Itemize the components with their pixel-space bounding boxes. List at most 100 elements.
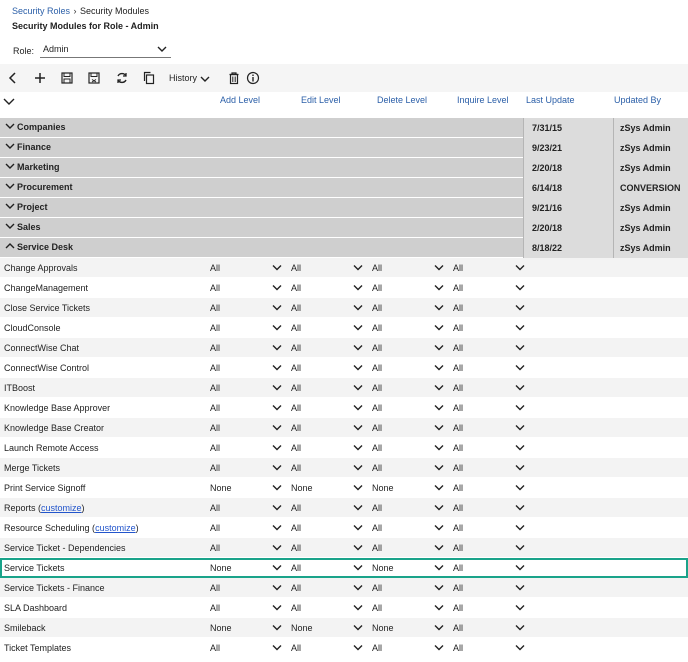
breadcrumb-security-roles[interactable]: Security Roles (12, 6, 70, 16)
column-edit-level[interactable]: Edit Level (301, 95, 341, 105)
column-delete-level[interactable]: Delete Level (377, 95, 427, 105)
edit-level-select[interactable]: All (291, 582, 363, 594)
back-button[interactable] (6, 71, 20, 85)
edit-level-select[interactable]: All (291, 362, 363, 374)
delete-level-select[interactable]: All (372, 502, 444, 514)
add-level-select[interactable]: All (210, 442, 282, 454)
group-row[interactable]: Sales 2/20/18 zSys Admin (0, 218, 688, 238)
delete-level-select[interactable]: All (372, 262, 444, 274)
inquire-level-select[interactable]: All (453, 442, 525, 454)
group-row[interactable]: Finance 9/23/21 zSys Admin (0, 138, 688, 158)
customize-link[interactable]: customize (95, 523, 136, 533)
delete-level-select[interactable]: None (372, 482, 444, 494)
add-level-select[interactable]: All (210, 282, 282, 294)
edit-level-select[interactable]: All (291, 502, 363, 514)
add-level-select[interactable]: All (210, 342, 282, 354)
add-level-select[interactable]: All (210, 302, 282, 314)
inquire-level-select[interactable]: All (453, 262, 525, 274)
edit-level-select[interactable]: All (291, 422, 363, 434)
delete-level-select[interactable]: All (372, 402, 444, 414)
inquire-level-select[interactable]: All (453, 642, 525, 654)
save-button[interactable] (60, 71, 74, 85)
edit-level-select[interactable]: All (291, 462, 363, 474)
edit-level-select[interactable]: All (291, 282, 363, 294)
edit-level-select[interactable]: All (291, 302, 363, 314)
delete-level-select[interactable]: All (372, 602, 444, 614)
refresh-button[interactable] (115, 71, 129, 85)
column-add-level[interactable]: Add Level (220, 95, 260, 105)
group-row[interactable]: Procurement 6/14/18 CONVERSION (0, 178, 688, 198)
inquire-level-select[interactable]: All (453, 342, 525, 354)
inquire-level-select[interactable]: All (453, 282, 525, 294)
inquire-level-select[interactable]: All (453, 402, 525, 414)
edit-level-select[interactable]: All (291, 642, 363, 654)
add-level-select[interactable]: None (210, 482, 282, 494)
column-inquire-level[interactable]: Inquire Level (457, 95, 509, 105)
info-button[interactable] (246, 71, 260, 85)
delete-level-select[interactable]: All (372, 382, 444, 394)
add-level-select[interactable]: All (210, 322, 282, 334)
save-and-close-button[interactable] (87, 71, 101, 85)
delete-level-select[interactable]: None (372, 562, 444, 574)
customize-link[interactable]: customize (41, 503, 82, 513)
chevron-down-icon[interactable] (3, 96, 15, 108)
edit-level-select[interactable]: All (291, 562, 363, 574)
inquire-level-select[interactable]: All (453, 362, 525, 374)
delete-level-select[interactable]: All (372, 462, 444, 474)
add-level-select[interactable]: All (210, 382, 282, 394)
edit-level-select[interactable]: All (291, 542, 363, 554)
delete-level-select[interactable]: All (372, 282, 444, 294)
copy-button[interactable] (142, 71, 156, 85)
edit-level-select[interactable]: None (291, 622, 363, 634)
add-level-select[interactable]: All (210, 402, 282, 414)
add-level-select[interactable]: All (210, 642, 282, 654)
edit-level-select[interactable]: All (291, 602, 363, 614)
add-level-select[interactable]: All (210, 462, 282, 474)
inquire-level-select[interactable]: All (453, 502, 525, 514)
edit-level-select[interactable]: All (291, 402, 363, 414)
column-updated-by[interactable]: Updated By (614, 95, 661, 105)
delete-level-select[interactable]: All (372, 342, 444, 354)
add-button[interactable] (33, 71, 47, 85)
add-level-select[interactable]: None (210, 562, 282, 574)
inquire-level-select[interactable]: All (453, 542, 525, 554)
edit-level-select[interactable]: All (291, 522, 363, 534)
inquire-level-select[interactable]: All (453, 522, 525, 534)
add-level-select[interactable]: All (210, 362, 282, 374)
edit-level-select[interactable]: All (291, 442, 363, 454)
add-level-select[interactable]: All (210, 262, 282, 274)
add-level-select[interactable]: All (210, 502, 282, 514)
edit-level-select[interactable]: All (291, 262, 363, 274)
edit-level-select[interactable]: None (291, 482, 363, 494)
inquire-level-select[interactable]: All (453, 422, 525, 434)
delete-level-select[interactable]: All (372, 642, 444, 654)
delete-level-select[interactable]: All (372, 322, 444, 334)
add-level-select[interactable]: All (210, 582, 282, 594)
inquire-level-select[interactable]: All (453, 482, 525, 494)
delete-level-select[interactable]: All (372, 302, 444, 314)
delete-level-select[interactable]: All (372, 542, 444, 554)
inquire-level-select[interactable]: All (453, 582, 525, 594)
delete-level-select[interactable]: All (372, 522, 444, 534)
add-level-select[interactable]: All (210, 542, 282, 554)
delete-level-select[interactable]: All (372, 442, 444, 454)
inquire-level-select[interactable]: All (453, 622, 525, 634)
group-row[interactable]: Companies 7/31/15 zSys Admin (0, 118, 688, 138)
delete-level-select[interactable]: All (372, 362, 444, 374)
delete-level-select[interactable]: All (372, 582, 444, 594)
delete-button[interactable] (227, 71, 241, 85)
group-row[interactable]: Marketing 2/20/18 zSys Admin (0, 158, 688, 178)
group-row[interactable]: Service Desk 8/18/22 zSys Admin (0, 238, 688, 258)
inquire-level-select[interactable]: All (453, 382, 525, 394)
role-select[interactable]: Admin (40, 41, 171, 58)
column-last-update[interactable]: Last Update (526, 95, 575, 105)
inquire-level-select[interactable]: All (453, 562, 525, 574)
add-level-select[interactable]: All (210, 422, 282, 434)
inquire-level-select[interactable]: All (453, 462, 525, 474)
edit-level-select[interactable]: All (291, 342, 363, 354)
edit-level-select[interactable]: All (291, 382, 363, 394)
edit-level-select[interactable]: All (291, 322, 363, 334)
add-level-select[interactable]: All (210, 602, 282, 614)
add-level-select[interactable]: None (210, 622, 282, 634)
group-row[interactable]: Project 9/21/16 zSys Admin (0, 198, 688, 218)
